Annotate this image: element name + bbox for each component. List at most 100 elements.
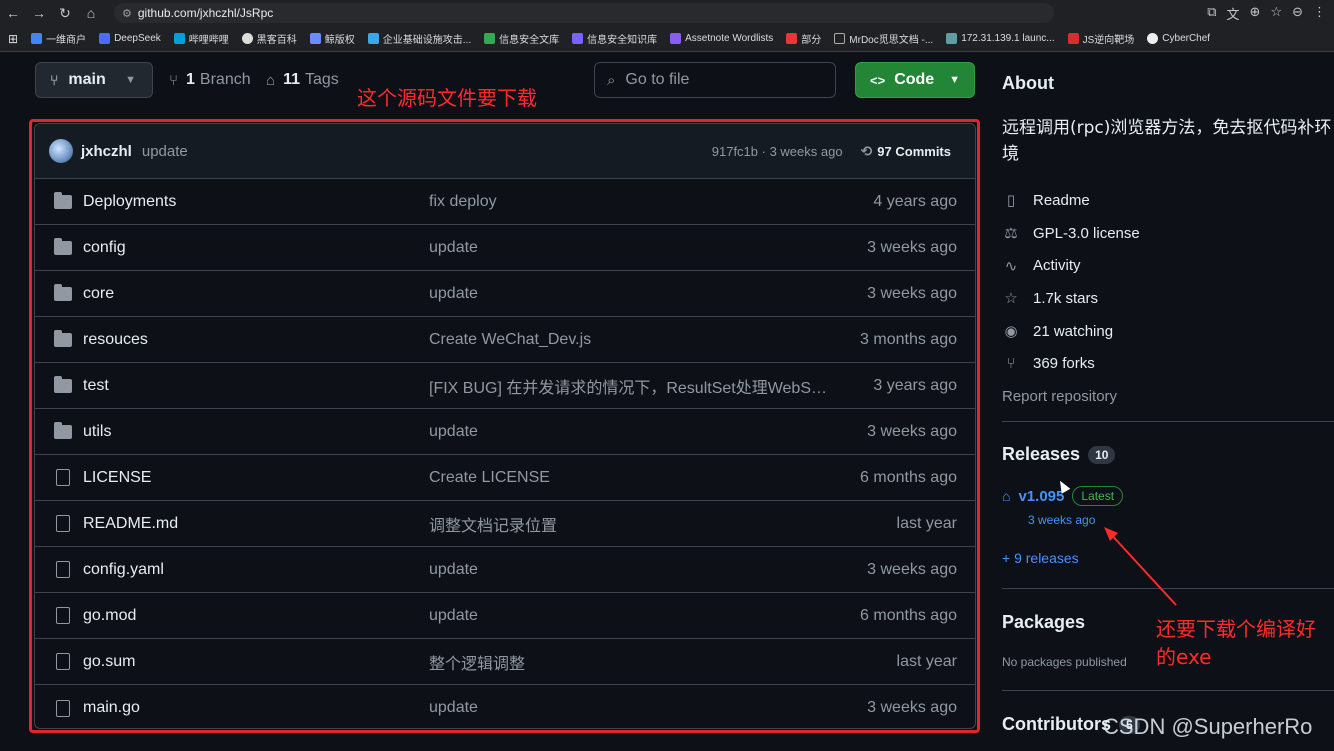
- file-name[interactable]: go.sum: [83, 653, 429, 671]
- bookmark-star-icon[interactable]: ☆: [1270, 4, 1282, 23]
- file-commit-message[interactable]: update: [429, 607, 829, 625]
- file-commit-message[interactable]: update: [429, 285, 829, 303]
- file-row[interactable]: core update 3 weeks ago: [35, 271, 975, 317]
- activity-link[interactable]: ∿ Activity: [1002, 249, 1140, 282]
- file-name[interactable]: config: [83, 239, 429, 257]
- bookmark-item[interactable]: MrDoc觅思文档 -...: [834, 31, 933, 46]
- file-commit-message[interactable]: update: [429, 561, 829, 579]
- commits-link[interactable]: ⟲ 97 Commits: [861, 143, 951, 160]
- bookmark-item[interactable]: DeepSeek: [99, 33, 161, 44]
- file-name[interactable]: LICENSE: [83, 469, 429, 487]
- folder-icon: [54, 237, 72, 255]
- file-name[interactable]: Deployments: [83, 193, 429, 211]
- bookmark-item[interactable]: 一维商户: [31, 31, 86, 46]
- address-bar[interactable]: ⚙ github.com/jxhczhl/JsRpc: [114, 3, 1054, 23]
- releases-title[interactable]: Releases 10: [1002, 444, 1116, 465]
- file-commit-message[interactable]: 调整文档记录位置: [429, 512, 829, 536]
- file-commit-date: 3 weeks ago: [867, 560, 957, 578]
- report-repository-link[interactable]: Report repository: [1002, 380, 1140, 413]
- menu-icon[interactable]: ⋮: [1313, 4, 1326, 23]
- apps-icon[interactable]: ⊞: [8, 32, 18, 46]
- branch-select-button[interactable]: ⑂ main ▼: [35, 62, 153, 98]
- release-version[interactable]: v1.095: [1018, 488, 1064, 505]
- tags-link[interactable]: ⌂ 11 Tags: [266, 71, 339, 89]
- bookmark-item[interactable]: CyberChef: [1147, 33, 1210, 44]
- commit-message[interactable]: update: [142, 143, 188, 160]
- fork-icon: ⑂: [1006, 355, 1016, 373]
- file-name[interactable]: main.go: [83, 699, 429, 717]
- file-commit-date: 3 weeks ago: [867, 238, 957, 256]
- forward-icon[interactable]: →: [26, 5, 52, 21]
- file-commit-date: 3 weeks ago: [867, 284, 957, 302]
- file-row[interactable]: main.go update 3 weeks ago: [35, 685, 975, 728]
- file-commit-date: 6 months ago: [860, 606, 957, 624]
- browser-toolbar: ← → ↻ ⌂ ⚙ github.com/jxhczhl/JsRpc ⧉ 文 ⊕…: [0, 0, 1334, 26]
- about-list: ▯ Readme ⚖ GPL-3.0 license ∿ Activity ☆ 1.7k…: [1002, 184, 1140, 413]
- reload-icon[interactable]: ↻: [52, 5, 78, 22]
- commit-sha-time[interactable]: 917fc1b · 3 weeks ago: [712, 144, 843, 159]
- file-row[interactable]: resouces Create WeChat_Dev.js 3 months ago: [35, 317, 975, 363]
- back-icon[interactable]: ←: [0, 5, 26, 21]
- file-row[interactable]: utils update 3 weeks ago: [35, 409, 975, 455]
- bookmark-item[interactable]: JS逆向靶场: [1067, 31, 1134, 46]
- file-commit-message[interactable]: [FIX BUG] 在并发请求的情况下，ResultSet处理WebSoc...: [429, 374, 829, 398]
- folder-icon: [54, 375, 72, 393]
- file-name[interactable]: test: [83, 377, 429, 395]
- translate-icon[interactable]: 文: [1227, 4, 1240, 23]
- extension-icon[interactable]: ⊖: [1292, 4, 1303, 23]
- file-name[interactable]: README.md: [83, 515, 429, 533]
- branch-icon: ⑂: [50, 72, 59, 88]
- branches-link[interactable]: ⑂ 1 Branch: [169, 71, 251, 89]
- file-commit-message[interactable]: update: [429, 699, 829, 717]
- packages-title[interactable]: Packages: [1002, 612, 1085, 633]
- avatar[interactable]: [49, 139, 73, 163]
- file-row[interactable]: go.sum 整个逻辑调整 last year: [35, 639, 975, 685]
- bookmark-item[interactable]: 企业基础设施攻击...: [367, 31, 471, 46]
- file-commit-message[interactable]: update: [429, 239, 829, 257]
- bookmark-item[interactable]: 信息安全文库: [484, 31, 559, 46]
- license-link[interactable]: ⚖ GPL-3.0 license: [1002, 217, 1139, 250]
- bookmark-item[interactable]: 鲸版权: [309, 31, 355, 46]
- go-to-file-input[interactable]: ⌕ Go to file: [594, 62, 836, 98]
- install-icon[interactable]: ⧉: [1207, 4, 1216, 23]
- file-name[interactable]: config.yaml: [83, 561, 429, 579]
- bookmark-favicon: [99, 33, 111, 44]
- file-commit-message[interactable]: fix deploy: [429, 193, 829, 211]
- home-icon[interactable]: ⌂: [78, 5, 104, 21]
- site-info-icon[interactable]: ⚙: [122, 7, 132, 20]
- bookmark-item[interactable]: 黑客百科: [241, 31, 297, 46]
- file-name[interactable]: utils: [83, 423, 429, 441]
- bookmark-item[interactable]: 部分: [786, 31, 821, 46]
- file-row[interactable]: config.yaml update 3 weeks ago: [35, 547, 975, 593]
- forks-link[interactable]: ⑂ 369 forks: [1002, 347, 1140, 380]
- file-name[interactable]: resouces: [83, 331, 429, 349]
- stars-link[interactable]: ☆ 1.7k stars: [1002, 282, 1140, 315]
- file-row[interactable]: test [FIX BUG] 在并发请求的情况下，ResultSet处理WebSo…: [35, 363, 975, 409]
- file-row[interactable]: Deployments fix deploy 4 years ago: [35, 179, 975, 225]
- bookmark-item[interactable]: Assetnote Wordlists: [670, 33, 773, 44]
- file-commit-message[interactable]: 整个逻辑调整: [429, 650, 829, 674]
- file-row[interactable]: go.mod update 6 months ago: [35, 593, 975, 639]
- file-row[interactable]: LICENSE Create LICENSE 6 months ago: [35, 455, 975, 501]
- bookmark-item[interactable]: 172.31.139.1 launc...: [946, 33, 1055, 44]
- bookmark-favicon: [670, 33, 682, 44]
- bookmark-item[interactable]: 信息安全知识库: [572, 31, 657, 46]
- readme-link[interactable]: ▯ Readme: [1002, 184, 1140, 217]
- file-row[interactable]: README.md 调整文档记录位置 last year: [35, 501, 975, 547]
- star-icon: ☆: [1004, 290, 1018, 308]
- file-name[interactable]: core: [83, 285, 429, 303]
- more-releases-link[interactable]: + 9 releases: [1002, 550, 1079, 566]
- csdn-watermark: CSDN @SuperherRo: [1103, 714, 1313, 739]
- file-commit-message[interactable]: update: [429, 423, 829, 441]
- bookmark-item[interactable]: 哔哩哔哩: [173, 31, 229, 46]
- commit-author[interactable]: jxhczhl: [81, 143, 132, 160]
- bookmark-favicon: [946, 33, 958, 44]
- about-description: 远程调用(rpc)浏览器方法，免去抠代码补环境: [1002, 118, 1332, 164]
- file-commit-message[interactable]: Create LICENSE: [429, 469, 829, 487]
- code-button[interactable]: <> Code ▼: [855, 62, 975, 98]
- file-commit-message[interactable]: Create WeChat_Dev.js: [429, 331, 829, 349]
- file-row[interactable]: config update 3 weeks ago: [35, 225, 975, 271]
- watchers-link[interactable]: ◉ 21 watching: [1002, 315, 1140, 348]
- zoom-icon[interactable]: ⊕: [1250, 4, 1261, 23]
- file-name[interactable]: go.mod: [83, 607, 429, 625]
